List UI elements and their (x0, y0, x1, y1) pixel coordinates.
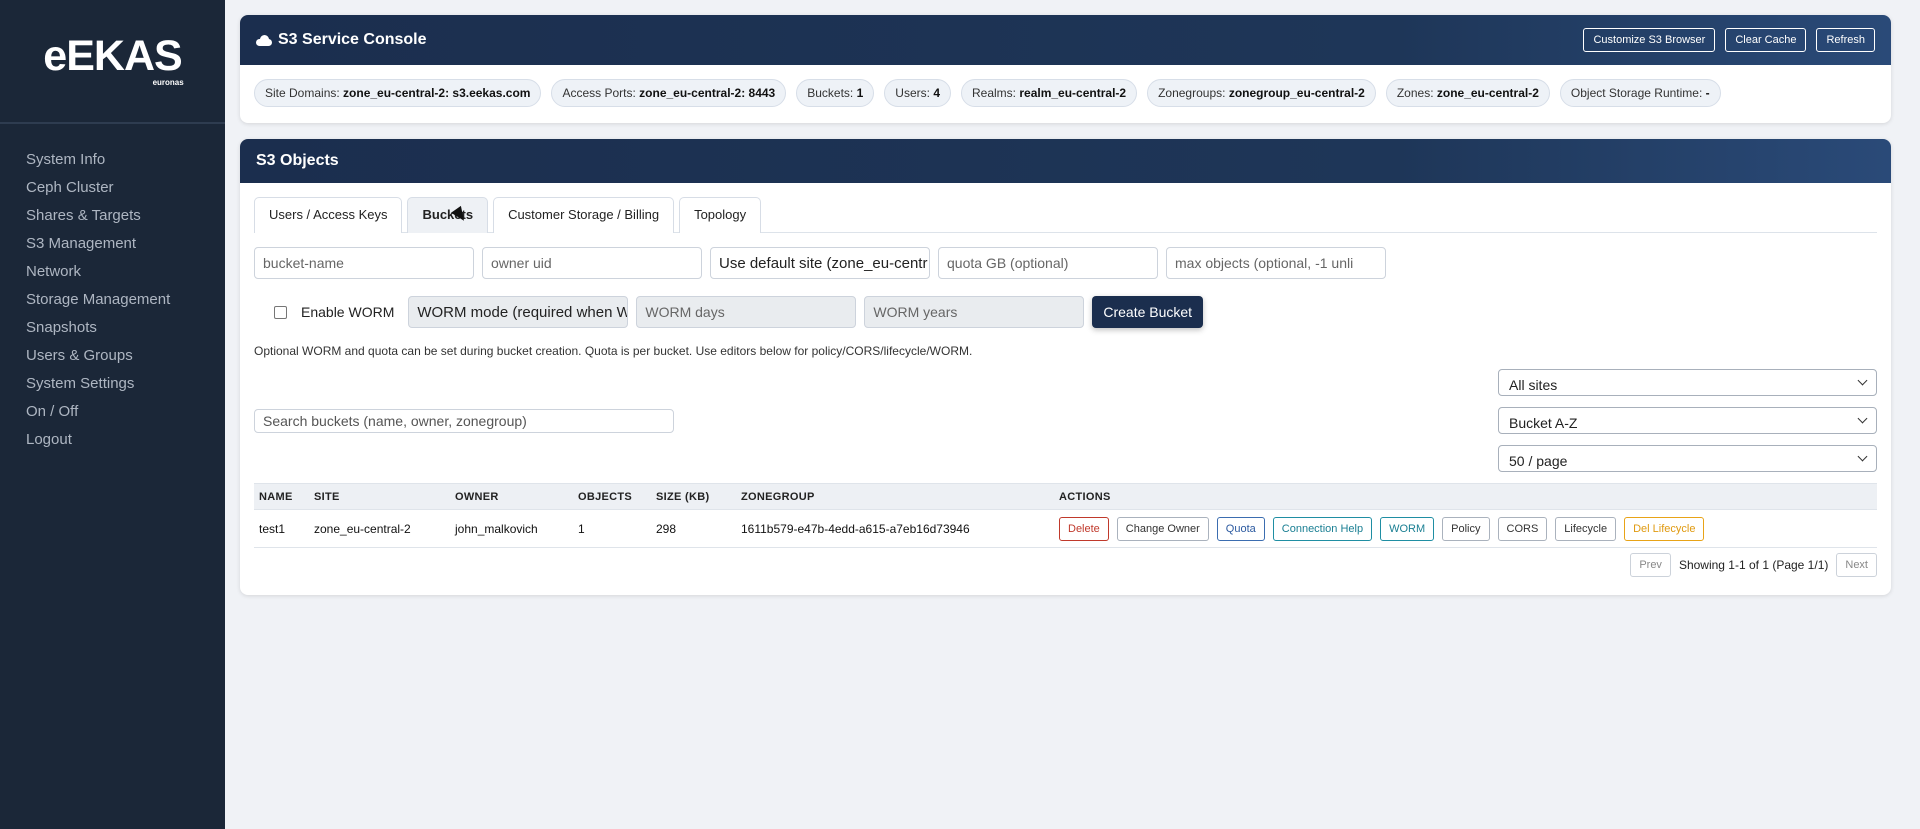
policy-button[interactable]: Policy (1442, 516, 1490, 541)
logo-text: eEKAS (43, 31, 182, 80)
chevron-down-icon (1857, 375, 1868, 386)
chip-zonegroups: Zonegroups: zonegroup_eu-central-2 (1147, 79, 1376, 107)
site-filter-select[interactable]: All sites (1498, 369, 1877, 396)
refresh-button[interactable]: Refresh (1816, 28, 1875, 52)
table-row: test1 zone_eu-central-2 john_malkovich 1… (254, 509, 1877, 548)
col-objects: OBJECTS (573, 483, 651, 510)
chip-object-storage-runtime: Object Storage Runtime: - (1559, 79, 1721, 107)
table-header-row: NAME SITE OWNER OBJECTS SIZE (KB) ZONEGR… (254, 483, 1877, 510)
sidebar-item-s3-management[interactable]: S3 Management (0, 230, 225, 258)
console-header: S3 Service Console Customize S3 Browser … (240, 15, 1891, 65)
page-size-select[interactable]: 50 / page (1498, 445, 1877, 472)
col-actions: ACTIONS (1054, 483, 1877, 510)
enable-worm-checkbox[interactable] (274, 305, 287, 319)
create-bucket-row-2: Enable WORM WORM mode (required when W W… (254, 296, 1204, 328)
cell-size: 298 (651, 509, 736, 548)
sidebar-item-users-groups[interactable]: Users & Groups (0, 342, 225, 370)
buckets-table: NAME SITE OWNER OBJECTS SIZE (KB) ZONEGR… (254, 483, 1877, 548)
brand-logo[interactable]: eEKAS euronas (0, 0, 225, 124)
cell-owner: john_malkovich (450, 509, 573, 548)
chevron-down-icon (1857, 451, 1868, 462)
quota-gb-input[interactable]: quota GB (optional) (938, 247, 1158, 279)
change-owner-button[interactable]: Change Owner (1116, 516, 1209, 541)
chip-site-domains: Site Domains: zone_eu-central-2: s3.eeka… (254, 79, 542, 107)
logo-subtext: euronas (152, 77, 184, 87)
tab-users-access-keys[interactable]: Users / Access Keys (254, 197, 403, 233)
tab-topology[interactable]: Topology (679, 197, 762, 233)
cell-name: test1 (254, 509, 309, 548)
sidebar-item-logout[interactable]: Logout (0, 426, 225, 454)
worm-button[interactable]: WORM (1380, 516, 1435, 541)
chip-zones: Zones: zone_eu-central-2 (1385, 79, 1550, 107)
sidebar-item-system-info[interactable]: System Info (0, 146, 225, 174)
cloud-icon (256, 34, 272, 46)
sidebar-item-system-settings[interactable]: System Settings (0, 370, 225, 398)
chip-users: Users: 4 (884, 79, 951, 107)
objects-header: S3 Objects (240, 139, 1891, 183)
pagination-status: Showing 1-1 of 1 (Page 1/1) (1678, 558, 1829, 572)
sidebar-item-network[interactable]: Network (0, 258, 225, 286)
clear-cache-button[interactable]: Clear Cache (1725, 28, 1807, 52)
lifecycle-button[interactable]: Lifecycle (1555, 516, 1617, 541)
worm-mode-select[interactable]: WORM mode (required when W (408, 296, 629, 328)
site-select[interactable]: Use default site (zone_eu-centr (710, 247, 930, 279)
tab-customer-storage-billing[interactable]: Customer Storage / Billing (493, 197, 675, 233)
s3-service-console-card: S3 Service Console Customize S3 Browser … (240, 15, 1891, 123)
sidebar-item-ceph-cluster[interactable]: Ceph Cluster (0, 174, 225, 202)
chevron-down-icon (1857, 413, 1868, 424)
col-name: NAME (254, 483, 309, 510)
bucket-name-input[interactable]: bucket-name (254, 247, 474, 279)
create-bucket-row-1: bucket-name owner uid Use default site (… (254, 247, 1386, 279)
enable-worm-label: Enable WORM (301, 304, 395, 320)
del-lifecycle-button[interactable]: Del Lifecycle (1624, 516, 1705, 541)
worm-days-input[interactable]: WORM days (636, 296, 857, 328)
connection-help-button[interactable]: Connection Help (1272, 516, 1373, 541)
create-bucket-button[interactable]: Create Bucket (1092, 296, 1204, 328)
sidebar-item-snapshots[interactable]: Snapshots (0, 314, 225, 342)
customize-s3-browser-button[interactable]: Customize S3 Browser (1583, 28, 1716, 52)
sidebar-item-on-off[interactable]: On / Off (0, 398, 225, 426)
console-stats: Site Domains: zone_eu-central-2: s3.eeka… (240, 65, 1891, 121)
next-page-button[interactable]: Next (1836, 553, 1877, 577)
prev-page-button[interactable]: Prev (1630, 553, 1671, 577)
cors-button[interactable]: CORS (1497, 516, 1548, 541)
sidebar-nav: System Info Ceph Cluster Shares & Target… (0, 124, 225, 454)
sidebar: eEKAS euronas System Info Ceph Cluster S… (0, 0, 225, 829)
chip-access-ports: Access Ports: zone_eu-central-2: 8443 (551, 79, 787, 107)
worm-years-input[interactable]: WORM years (864, 296, 1085, 328)
max-objects-input[interactable]: max objects (optional, -1 unli (1166, 247, 1386, 279)
create-bucket-hint: Optional WORM and quota can be set durin… (254, 344, 973, 358)
sidebar-item-shares-targets[interactable]: Shares & Targets (0, 202, 225, 230)
cell-actions: Delete Change Owner Quota Connection Hel… (1054, 509, 1877, 548)
col-owner: OWNER (450, 483, 573, 510)
chip-buckets: Buckets: 1 (796, 79, 875, 107)
sidebar-item-storage-management[interactable]: Storage Management (0, 286, 225, 314)
cell-objects: 1 (573, 509, 651, 548)
col-zonegroup: ZONEGROUP (736, 483, 1054, 510)
quota-button[interactable]: Quota (1216, 516, 1265, 541)
col-size: SIZE (KB) (651, 483, 736, 510)
delete-button[interactable]: Delete (1059, 516, 1109, 541)
tab-buckets[interactable]: Buckets (407, 197, 489, 233)
pagination: Prev Showing 1-1 of 1 (Page 1/1) Next (1630, 553, 1877, 577)
objects-title: S3 Objects (256, 152, 339, 169)
objects-tabs: Users / Access Keys Buckets Customer Sto… (254, 197, 1877, 233)
cell-site: zone_eu-central-2 (309, 509, 450, 548)
sort-select[interactable]: Bucket A-Z (1498, 407, 1877, 434)
s3-objects-card: S3 Objects Users / Access Keys Buckets C… (240, 139, 1891, 595)
col-site: SITE (309, 483, 450, 510)
cell-zonegroup: 1611b579-e47b-4edd-a615-a7eb16d73946 (736, 509, 1054, 548)
bucket-search-input[interactable]: Search buckets (name, owner, zonegroup) (254, 409, 674, 433)
chip-realms: Realms: realm_eu-central-2 (961, 79, 1138, 107)
console-title: S3 Service Console (278, 31, 427, 48)
owner-uid-input[interactable]: owner uid (482, 247, 702, 279)
